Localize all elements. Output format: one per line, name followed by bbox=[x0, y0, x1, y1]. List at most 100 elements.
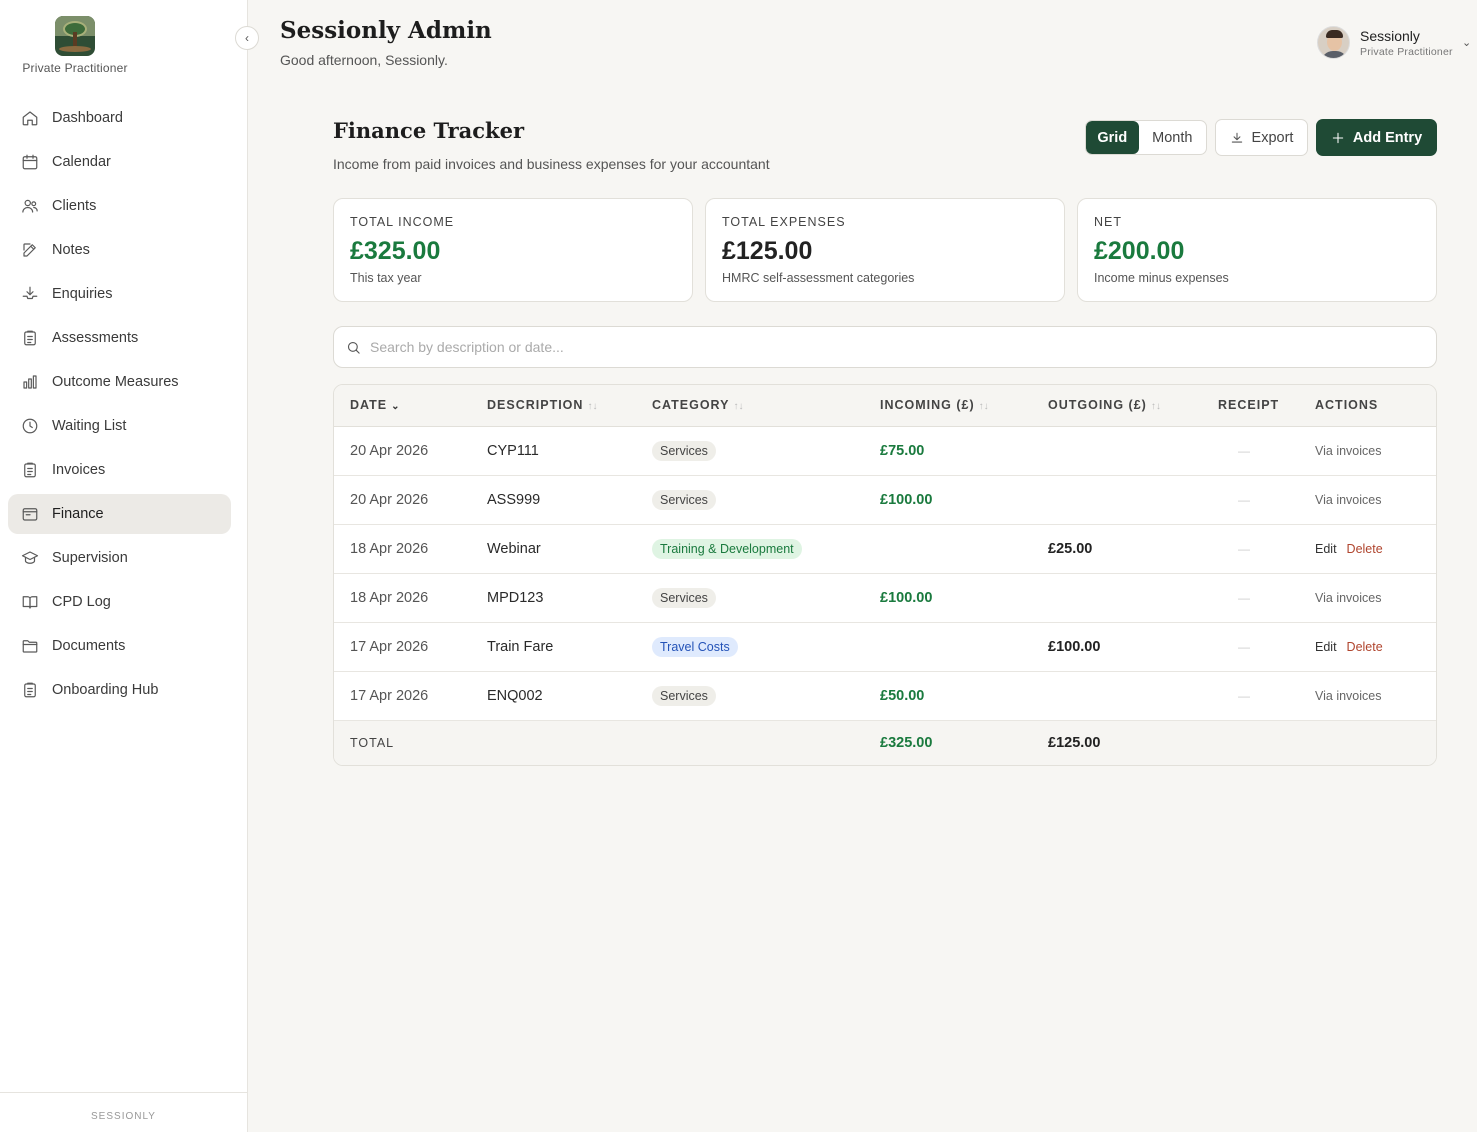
sidebar-item-label: Dashboard bbox=[52, 110, 123, 126]
sidebar-item-label: Supervision bbox=[52, 550, 128, 566]
total-label: TOTAL bbox=[334, 719, 487, 765]
view-toggle: Grid Month bbox=[1085, 120, 1207, 155]
column-header-actions: ACTIONS bbox=[1315, 385, 1436, 427]
sidebar-item-waiting-list[interactable]: Waiting List bbox=[8, 406, 231, 446]
cell-outgoing: £100.00 bbox=[1048, 622, 1218, 672]
cell-outgoing bbox=[1048, 475, 1218, 525]
cell-receipt: — bbox=[1218, 671, 1315, 721]
cell-date: 17 Apr 2026 bbox=[334, 622, 487, 672]
sidebar-item-documents[interactable]: Documents bbox=[8, 626, 231, 666]
sidebar: Private Practitioner Dashboard Calendar … bbox=[0, 0, 248, 1132]
header-label: CATEGORY bbox=[652, 398, 730, 413]
sidebar-item-clients[interactable]: Clients bbox=[8, 186, 231, 226]
cell-receipt: — bbox=[1218, 622, 1315, 672]
sidebar-item-notes[interactable]: Notes bbox=[8, 230, 231, 270]
page-subtitle: Income from paid invoices and business e… bbox=[333, 156, 770, 172]
sidebar-item-calendar[interactable]: Calendar bbox=[8, 142, 231, 182]
sort-icon: ↑↓ bbox=[733, 401, 744, 413]
empty-cell bbox=[1315, 719, 1436, 765]
chevron-down-icon[interactable]: ⌄ bbox=[1462, 36, 1471, 49]
cell-date: 18 Apr 2026 bbox=[334, 524, 487, 574]
cell-incoming bbox=[880, 524, 1048, 574]
clipboard-icon bbox=[20, 460, 40, 480]
table-row: 17 Apr 2026 Train Fare Travel Costs £100… bbox=[334, 622, 1436, 672]
search-input[interactable] bbox=[370, 339, 1370, 355]
edit-button[interactable]: Edit bbox=[1315, 640, 1337, 654]
cell-receipt: — bbox=[1218, 475, 1315, 525]
sidebar-item-label: Notes bbox=[52, 242, 90, 258]
cell-category: Services bbox=[652, 475, 880, 525]
cell-actions-note: Via invoices bbox=[1315, 671, 1436, 721]
total-incoming: £325.00 bbox=[880, 719, 1048, 765]
book-open-icon bbox=[20, 592, 40, 612]
folder-icon bbox=[20, 636, 40, 656]
clipboard-icon bbox=[20, 680, 40, 700]
sidebar-item-invoices[interactable]: Invoices bbox=[8, 450, 231, 490]
edit-icon bbox=[20, 240, 40, 260]
delete-button[interactable]: Delete bbox=[1347, 542, 1383, 556]
sidebar-footer: SESSIONLY bbox=[0, 1092, 247, 1132]
clock-icon bbox=[20, 416, 40, 436]
column-header-description[interactable]: DESCRIPTION ↑↓ bbox=[487, 385, 652, 427]
add-entry-button[interactable]: Add Entry bbox=[1316, 119, 1437, 156]
add-entry-label: Add Entry bbox=[1352, 129, 1423, 146]
cell-outgoing bbox=[1048, 426, 1218, 476]
logo-tree-icon[interactable] bbox=[55, 16, 95, 56]
org-role: Private Practitioner bbox=[22, 61, 128, 75]
sidebar-item-label: Finance bbox=[52, 506, 104, 522]
cell-incoming: £100.00 bbox=[880, 573, 1048, 623]
sidebar-item-finance[interactable]: Finance bbox=[8, 494, 231, 534]
column-header-incoming[interactable]: INCOMING (£) ↑↓ bbox=[880, 385, 1048, 427]
card-label: TOTAL INCOME bbox=[350, 215, 455, 229]
sidebar-item-dashboard[interactable]: Dashboard bbox=[8, 98, 231, 138]
sidebar-item-assessments[interactable]: Assessments bbox=[8, 318, 231, 358]
cell-description: MPD123 bbox=[487, 573, 652, 623]
view-month-button[interactable]: Month bbox=[1139, 121, 1206, 154]
sidebar-item-supervision[interactable]: Supervision bbox=[8, 538, 231, 578]
cell-actions: Edit Delete bbox=[1315, 622, 1436, 672]
sidebar-item-onboarding-hub[interactable]: Onboarding Hub bbox=[8, 670, 231, 710]
column-header-date[interactable]: DATE ⌄ bbox=[334, 385, 487, 427]
delete-button[interactable]: Delete bbox=[1347, 640, 1383, 654]
graduation-cap-icon bbox=[20, 548, 40, 568]
category-badge: Travel Costs bbox=[652, 636, 738, 657]
edit-button[interactable]: Edit bbox=[1315, 542, 1337, 556]
user-menu[interactable]: Sessionly Private Practitioner bbox=[1317, 26, 1453, 59]
sidebar-item-enquiries[interactable]: Enquiries bbox=[8, 274, 231, 314]
search-bar bbox=[333, 326, 1437, 368]
empty-cell bbox=[1218, 719, 1315, 765]
sidebar-item-outcome-measures[interactable]: Outcome Measures bbox=[8, 362, 231, 402]
sort-icon: ↑↓ bbox=[978, 401, 989, 413]
inbox-download-icon bbox=[20, 284, 40, 304]
sidebar-nav: Dashboard Calendar Clients Notes Enquiri… bbox=[8, 98, 231, 714]
summary-card-net: NET £200.00 Income minus expenses bbox=[1077, 198, 1437, 302]
cell-outgoing bbox=[1048, 671, 1218, 721]
summary-card-income: TOTAL INCOME £325.00 This tax year bbox=[333, 198, 693, 302]
category-badge: Services bbox=[652, 489, 716, 510]
sidebar-item-cpd-log[interactable]: CPD Log bbox=[8, 582, 231, 622]
sidebar-item-label: Waiting List bbox=[52, 418, 127, 434]
column-header-outgoing[interactable]: OUTGOING (£) ↑↓ bbox=[1048, 385, 1218, 427]
sidebar-item-label: Enquiries bbox=[52, 286, 113, 302]
view-grid-button[interactable]: Grid bbox=[1086, 121, 1139, 154]
cell-incoming: £100.00 bbox=[880, 475, 1048, 525]
wallet-icon bbox=[20, 504, 40, 524]
header-label: DATE bbox=[350, 398, 388, 413]
column-header-category[interactable]: CATEGORY ↑↓ bbox=[652, 385, 880, 427]
cell-date: 17 Apr 2026 bbox=[334, 671, 487, 721]
card-label: TOTAL EXPENSES bbox=[722, 215, 846, 229]
chevron-left-icon: ‹ bbox=[245, 31, 249, 45]
cell-description: CYP111 bbox=[487, 426, 652, 476]
card-note: Income minus expenses bbox=[1094, 271, 1229, 285]
empty-cell bbox=[487, 719, 652, 765]
cell-date: 18 Apr 2026 bbox=[334, 573, 487, 623]
home-icon bbox=[20, 108, 40, 128]
category-badge: Services bbox=[652, 440, 716, 461]
user-name: Sessionly bbox=[1360, 27, 1420, 44]
cell-date: 20 Apr 2026 bbox=[334, 426, 487, 476]
export-button[interactable]: Export bbox=[1215, 119, 1308, 156]
cell-category: Training & Development bbox=[652, 524, 880, 574]
collapse-sidebar-button[interactable]: ‹ bbox=[235, 26, 259, 50]
cell-date: 20 Apr 2026 bbox=[334, 475, 487, 525]
category-badge: Services bbox=[652, 685, 716, 706]
